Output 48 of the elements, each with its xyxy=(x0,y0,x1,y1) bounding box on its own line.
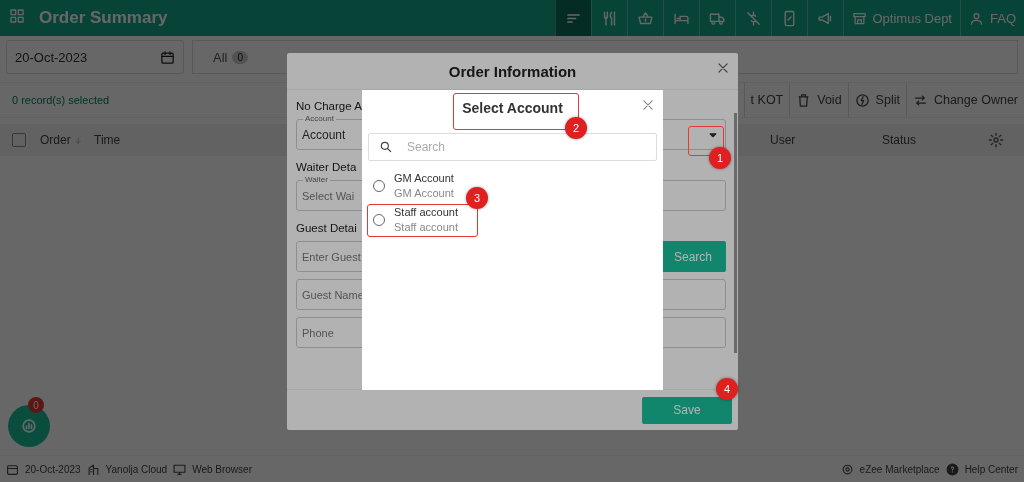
help-icon xyxy=(945,462,959,476)
column-header[interactable]: Time xyxy=(94,133,194,147)
toolbar-button[interactable]: Change Owner xyxy=(905,83,1024,117)
store-icon xyxy=(851,10,867,26)
save-button[interactable]: Save xyxy=(642,396,732,424)
search-button[interactable]: Search xyxy=(660,241,726,272)
grid-icon xyxy=(9,8,25,24)
search-field[interactable]: Search xyxy=(368,133,657,161)
person-icon xyxy=(969,10,984,26)
page-title: Order Summary xyxy=(39,8,168,28)
column-header[interactable]: Order xyxy=(40,133,82,147)
search-icon xyxy=(379,140,393,154)
section-heading: Waiter Deta xyxy=(296,161,357,173)
calendar-icon xyxy=(6,462,19,476)
monitor-icon xyxy=(173,462,187,476)
basket-icon xyxy=(636,9,654,27)
swap-icon xyxy=(912,92,928,108)
column-header[interactable]: Status xyxy=(882,133,976,147)
hotel-icon xyxy=(86,462,100,476)
close-button[interactable] xyxy=(716,61,730,75)
dialog-title: Select Account xyxy=(462,100,563,116)
section-heading: No Charge A xyxy=(296,100,362,112)
date-field[interactable]: 20-Oct-2023 xyxy=(6,40,184,74)
selection-count: 0 record(s) selected xyxy=(11,94,110,106)
nav-button[interactable] xyxy=(554,0,591,36)
toolbar-button[interactable]: t KOT xyxy=(743,83,790,117)
sort-arrow-icon xyxy=(73,134,82,146)
toolbar-button[interactable]: Void xyxy=(789,83,848,117)
slashed-dollar-icon xyxy=(744,9,762,27)
column-header[interactable]: User xyxy=(770,133,870,147)
close-icon xyxy=(641,98,655,112)
close-button[interactable] xyxy=(641,98,655,112)
split-icon xyxy=(854,92,870,108)
property-name: Yanolja Cloud xyxy=(105,463,168,475)
select-all-checkbox[interactable] xyxy=(12,133,26,147)
dialog-title: Order Information xyxy=(448,62,577,80)
toolbar-button[interactable]: Split xyxy=(847,83,906,117)
close-icon xyxy=(716,61,730,75)
notification-badge: 0 xyxy=(28,397,44,413)
footer-date: 20-Oct-2023 xyxy=(25,463,81,475)
department-button[interactable]: Optimus Dept xyxy=(842,0,960,36)
help-link[interactable]: Help Center xyxy=(964,463,1018,475)
faq-button[interactable]: FAQ xyxy=(960,0,1024,36)
section-heading: Guest Detai xyxy=(296,222,357,234)
marketplace-link[interactable]: eZee Marketplace xyxy=(859,463,940,475)
device-name: Web Browser xyxy=(192,463,252,475)
calendar-icon xyxy=(160,49,175,65)
filter-tab[interactable]: All 0 xyxy=(213,42,248,72)
